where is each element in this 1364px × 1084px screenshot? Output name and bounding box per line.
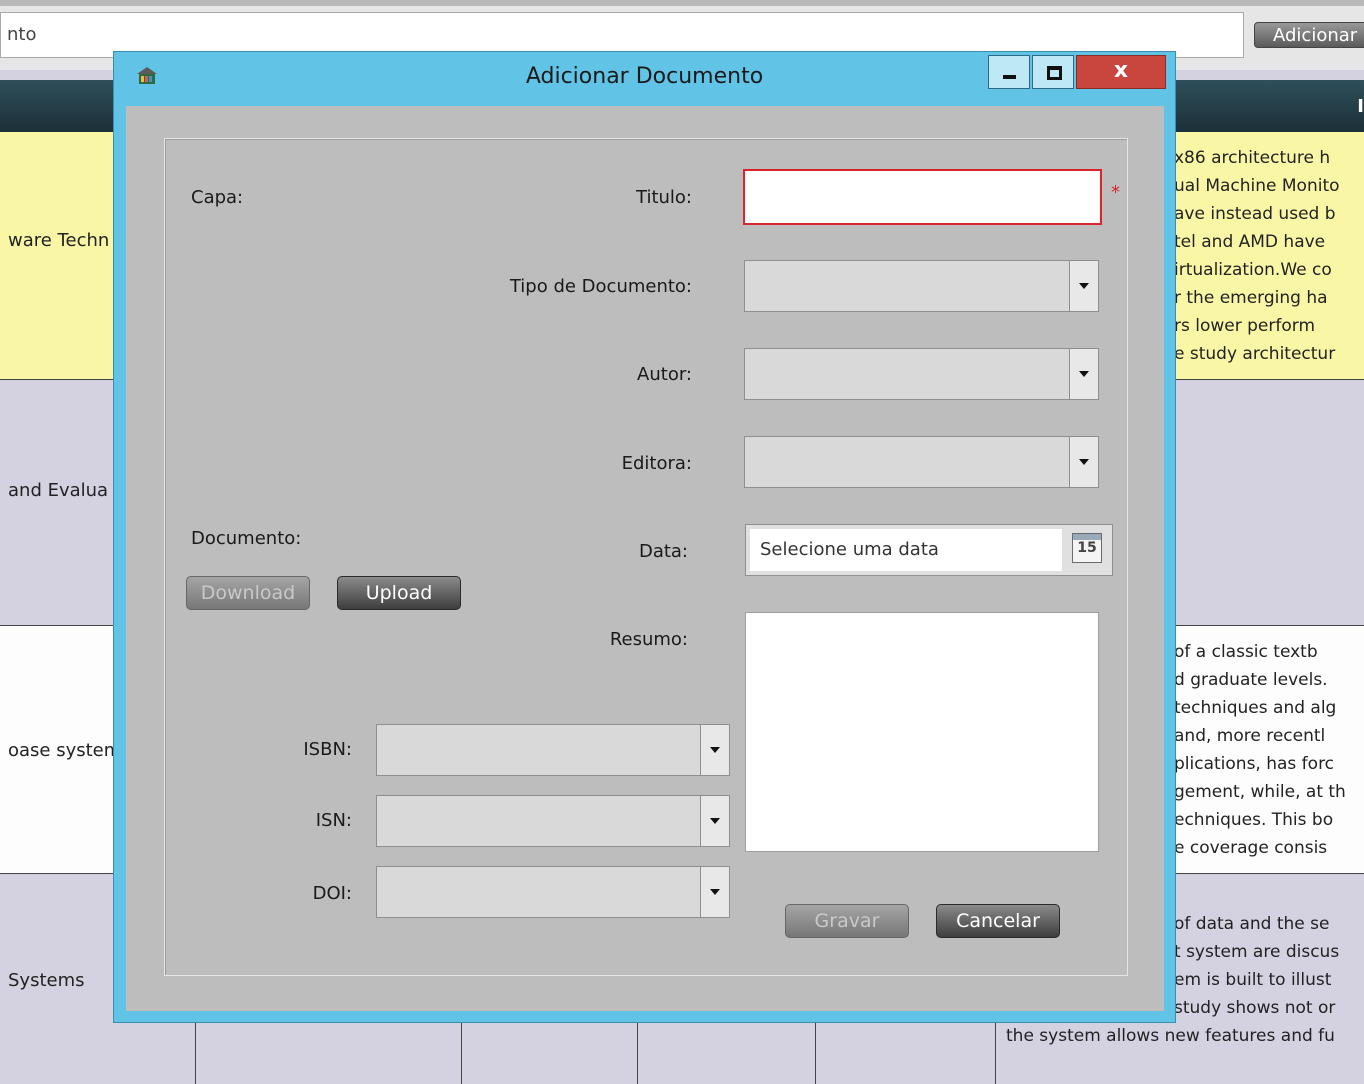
abstract-line: d graduate levels. (1174, 670, 1328, 690)
chevron-down-icon[interactable] (1069, 261, 1098, 311)
row-title: Systems (8, 970, 85, 991)
document-type-label: Tipo de Documento: (509, 276, 692, 297)
table-cell-abstract: of a classic textb d graduate levels. te… (1170, 626, 1364, 873)
isn-label: ISN: (315, 810, 352, 831)
summary-textarea[interactable] (745, 612, 1099, 852)
isbn-label: ISBN: (303, 739, 352, 760)
minimize-button[interactable] (988, 55, 1030, 89)
abstract-line: tel and AMD have (1174, 232, 1326, 252)
doi-select[interactable] (376, 866, 730, 918)
summary-label: Resumo: (609, 629, 688, 650)
table-cell-abstract: x86 architecture h ual Machine Monito av… (1170, 132, 1364, 379)
abstract-line: x86 architecture h (1174, 148, 1331, 168)
chevron-down-icon[interactable] (700, 796, 729, 846)
abstract-line: of a classic textb (1174, 642, 1318, 662)
close-icon: x (1113, 58, 1129, 83)
chevron-down-icon[interactable] (1069, 437, 1098, 487)
required-marker: * (1111, 182, 1120, 203)
row-title: oase system (8, 740, 122, 761)
save-button[interactable]: Gravar (785, 904, 909, 938)
date-label: Data: (638, 541, 688, 562)
isbn-select[interactable] (376, 724, 730, 776)
author-label: Autor: (637, 364, 692, 385)
abstract-line: gement, while, at th (1174, 782, 1346, 802)
abstract-line: techniques and alg (1174, 698, 1337, 718)
close-button[interactable]: x (1076, 55, 1166, 89)
date-input[interactable]: Selecione uma data (750, 529, 1062, 571)
chevron-down-icon[interactable] (1069, 349, 1098, 399)
abstract-line: plications, has forc (1174, 754, 1335, 774)
abstract-line: the system allows new features and fu (1006, 1026, 1335, 1046)
date-picker[interactable]: Selecione uma data 15 (745, 524, 1113, 576)
dialog-content: Capa: Documento: Download Upload Titulo:… (126, 106, 1164, 1011)
row-title: ware Techn (8, 230, 110, 251)
chevron-down-icon[interactable] (700, 867, 729, 917)
title-label: Titulo: (636, 187, 692, 208)
abstract-line: irtualization.We co (1174, 260, 1332, 280)
title-input[interactable] (743, 169, 1102, 225)
publisher-select[interactable] (744, 436, 1099, 488)
abstract-line: rs lower perform (1174, 316, 1316, 336)
author-select[interactable] (744, 348, 1099, 400)
background-header-text: I (1357, 96, 1364, 117)
abstract-line: echniques. This bo (1174, 810, 1334, 830)
abstract-line: ual Machine Monito (1174, 176, 1340, 196)
abstract-line: r the emerging ha (1174, 288, 1328, 308)
publisher-label: Editora: (621, 453, 692, 474)
calendar-icon[interactable]: 15 (1072, 533, 1102, 563)
cancel-button[interactable]: Cancelar (936, 904, 1060, 938)
abstract-line: e study architectur (1174, 344, 1336, 364)
document-type-select[interactable] (744, 260, 1099, 312)
chevron-down-icon[interactable] (700, 725, 729, 775)
isn-select[interactable] (376, 795, 730, 847)
row-title: and Evalua (8, 480, 109, 501)
abstract-line: and, more recentl (1174, 726, 1326, 746)
download-button[interactable]: Download (186, 576, 310, 610)
cover-label: Capa: (191, 187, 244, 208)
abstract-line: e coverage consis (1174, 838, 1328, 858)
background-add-button[interactable]: Adicionar (1254, 22, 1364, 48)
doi-label: DOI: (312, 883, 352, 904)
maximize-button[interactable] (1032, 55, 1074, 89)
abstract-line: ave instead used b (1174, 204, 1336, 224)
upload-button[interactable]: Upload (337, 576, 461, 610)
document-label: Documento: (191, 528, 302, 549)
add-document-dialog: Adicionar Documento x Capa: Documento: D… (113, 51, 1176, 1023)
